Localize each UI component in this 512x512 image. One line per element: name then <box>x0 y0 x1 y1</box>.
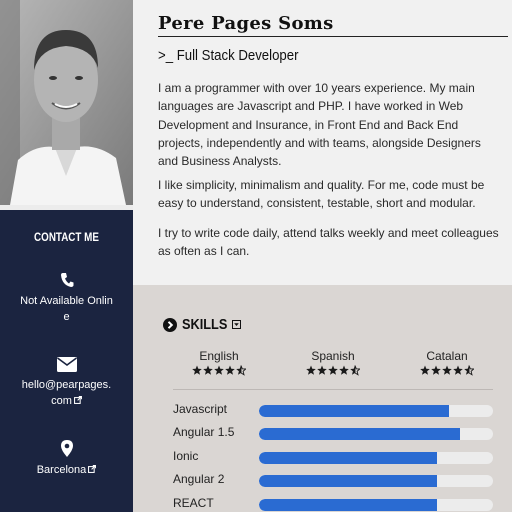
location-text: Barcelona <box>36 464 87 476</box>
contact-email-link[interactable]: hello@pearpages.com <box>0 377 133 409</box>
skill-name: Angular 2 <box>173 472 225 486</box>
skill-bar <box>259 452 493 464</box>
skills-title: SKILLS <box>182 316 228 333</box>
email-text: hello@pearpages.com <box>21 379 112 407</box>
rating-stars-icon <box>420 365 474 376</box>
phone-icon <box>60 273 73 287</box>
skill-name: Ionic <box>173 449 199 463</box>
skill-bar-fill <box>259 428 461 440</box>
skills-section: SKILLS English Spanish Catalan Javascrip… <box>133 285 512 512</box>
person-name: Pere Pages Soms <box>158 13 334 34</box>
skill-name: Javascript <box>173 402 228 416</box>
name-divider <box>158 36 508 37</box>
rating-stars-icon <box>306 365 360 376</box>
contact-title: CONTACT ME <box>34 230 99 244</box>
language-name: Spanish <box>311 349 355 363</box>
envelope-icon <box>56 357 77 372</box>
skill-bar <box>259 405 493 417</box>
map-marker-icon <box>60 440 73 457</box>
skill-row: Angular 1.5 <box>173 425 493 443</box>
skill-name: Angular 1.5 <box>173 425 235 439</box>
sidebar: CONTACT ME Not Available Online hello@pe… <box>0 0 133 512</box>
bio-paragraph: I am a programmer with over 10 years exp… <box>158 81 481 169</box>
skill-bar-fill <box>259 452 437 464</box>
language-name: Catalan <box>426 349 468 363</box>
profile-photo <box>0 0 133 205</box>
language-item: Catalan <box>402 349 492 376</box>
skill-bar-fill <box>259 475 437 487</box>
external-link-icon <box>73 396 82 404</box>
job-title: >_ Full Stack Developer <box>158 47 299 64</box>
contact-phone-text: Not Available Online <box>20 295 113 323</box>
contact-location-link[interactable]: Barcelona <box>0 462 133 478</box>
skill-row: Angular 2 <box>173 472 493 490</box>
rating-stars-icon <box>192 365 246 376</box>
contact-location[interactable]: Barcelona <box>0 440 133 478</box>
skill-bar-fill <box>259 499 437 511</box>
photo-divider <box>0 205 133 210</box>
external-link-icon <box>88 465 97 473</box>
language-item: English <box>174 349 264 376</box>
bio-paragraph: I try to write code daily, attend talks … <box>158 226 499 259</box>
skills-header[interactable]: SKILLS <box>163 316 242 333</box>
skill-bar-fill <box>259 405 449 417</box>
skill-bar <box>259 499 493 511</box>
profile-section: Pere Pages Soms >_ Full Stack Developer … <box>133 0 512 285</box>
language-item: Spanish <box>288 349 378 376</box>
skill-bar <box>259 428 493 440</box>
skill-row: Javascript <box>173 402 493 420</box>
contact-phone: Not Available Online <box>0 272 133 325</box>
chevron-circle-right-icon <box>163 317 177 332</box>
skill-bar <box>259 475 493 487</box>
bio-paragraph: I like simplicity, minimalism and qualit… <box>158 178 485 211</box>
skill-row: Ionic <box>173 449 493 467</box>
collapse-icon[interactable] <box>232 320 242 329</box>
language-name: English <box>199 349 239 363</box>
contact-email[interactable]: hello@pearpages.com <box>0 357 133 409</box>
skill-row: REACT <box>173 496 493 512</box>
languages-divider <box>173 389 493 390</box>
skill-name: REACT <box>173 496 214 510</box>
